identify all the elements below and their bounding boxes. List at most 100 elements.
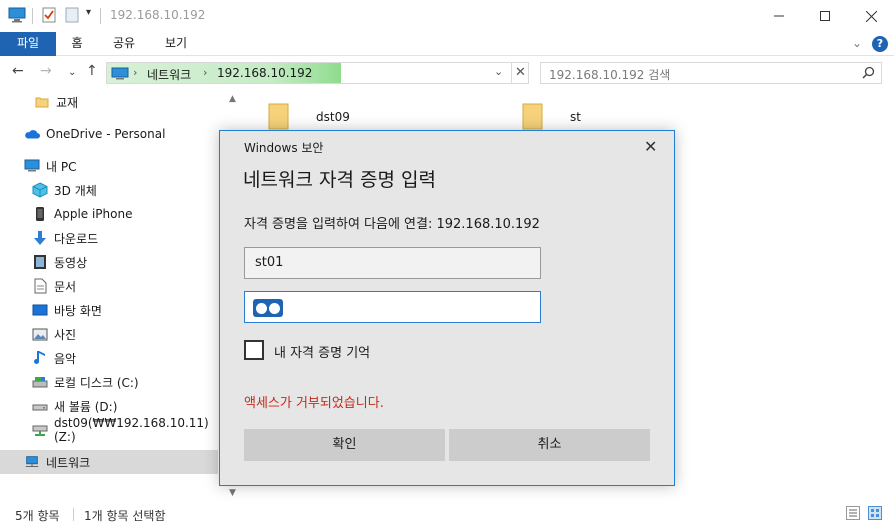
- sidebar-item-pictures[interactable]: 사진: [0, 322, 218, 346]
- folder-item-st[interactable]: st: [522, 100, 581, 133]
- address-dropdown-icon[interactable]: ⌄: [494, 65, 503, 78]
- remember-credentials-checkbox[interactable]: [244, 340, 264, 360]
- sidebar-item-3d-objects[interactable]: 3D 개체: [0, 178, 218, 202]
- address-bar[interactable]: › 네트워크 › 192.168.10.192 ⌄ ✕: [106, 62, 529, 84]
- cloud-icon: [24, 126, 40, 142]
- network-drive-icon: [32, 422, 48, 438]
- drive-icon: [32, 374, 48, 390]
- sidebar-item-documents[interactable]: 문서: [0, 274, 218, 298]
- dialog-title: Windows 보안: [244, 141, 324, 155]
- sidebar-item-iphone[interactable]: Apple iPhone: [0, 202, 218, 226]
- breadcrumb-host[interactable]: 192.168.10.192: [217, 66, 312, 80]
- sidebar-item-label: 로컬 디스크 (C:): [54, 375, 139, 390]
- properties-icon[interactable]: [42, 7, 56, 23]
- pc-icon: [24, 158, 40, 174]
- sidebar-item-this-pc[interactable]: 내 PC: [0, 154, 218, 178]
- dialog-heading: 네트워크 자격 증명 입력: [243, 169, 436, 191]
- password-dot: [269, 302, 280, 314]
- customize-dropdown-icon[interactable]: ▾: [86, 7, 91, 18]
- folder-icon: [268, 100, 290, 133]
- up-arrow-icon[interactable]: ↑: [86, 64, 98, 78]
- sidebar-item-label: 사진: [54, 327, 77, 342]
- tab-share[interactable]: 공유: [104, 32, 144, 56]
- sidebar-item-network[interactable]: 네트워크: [0, 450, 218, 474]
- navigation-bar: ← → ⌄ ↑ › 네트워크 › 192.168.10.192 ⌄ ✕ 192.…: [0, 56, 894, 90]
- scroll-down-icon[interactable]: ▼: [229, 488, 236, 498]
- selection-count: 1개 항목 선택함: [84, 509, 166, 523]
- sidebar-item-label: OneDrive - Personal: [46, 127, 166, 141]
- sidebar-item-network-drive-z[interactable]: dst09(₩₩192.168.10.11) (Z:): [0, 416, 218, 444]
- item-count: 5개 항목: [15, 509, 60, 523]
- close-icon[interactable]: ✕: [511, 63, 529, 83]
- sidebar-item-label: 3D 개체: [54, 183, 97, 198]
- cube-icon: [32, 182, 48, 198]
- network-icon: [24, 454, 40, 470]
- ribbon: 파일 홈 공유 보기 ⌄ ?: [0, 32, 894, 56]
- tab-home[interactable]: 홈: [62, 32, 92, 56]
- music-icon: [32, 350, 48, 366]
- sidebar-item-textbooks[interactable]: 교재: [0, 90, 218, 114]
- picture-icon: [32, 326, 48, 342]
- password-dot: [256, 302, 267, 314]
- sidebar-item-label: 음악: [54, 351, 77, 366]
- maximize-button[interactable]: [802, 0, 848, 32]
- status-bar: 5개 항목 1개 항목 선택함: [0, 502, 894, 526]
- sidebar-item-label: dst09(₩₩192.168.10.11) (Z:): [54, 416, 209, 444]
- document-icon: [32, 278, 48, 294]
- folder-icon: [522, 100, 544, 133]
- new-folder-icon[interactable]: [65, 7, 79, 23]
- sidebar-item-onedrive[interactable]: OneDrive - Personal: [0, 122, 218, 146]
- tab-view[interactable]: 보기: [156, 32, 196, 56]
- sidebar-item-label: 바탕 화면: [54, 303, 102, 318]
- separator: [32, 8, 33, 24]
- window-title: 192.168.10.192: [110, 8, 206, 22]
- chevron-right-icon[interactable]: ›: [203, 66, 207, 79]
- password-mask: [253, 299, 283, 317]
- ok-button[interactable]: 확인: [244, 429, 445, 461]
- navigation-pane: 교재 OneDrive - Personal 내 PC 3D 개체 Apple …: [0, 90, 240, 500]
- help-icon[interactable]: ?: [872, 36, 888, 52]
- folder-name: dst09: [316, 109, 350, 124]
- breadcrumb-network[interactable]: 네트워크: [147, 66, 191, 83]
- folder-icon: [34, 94, 50, 110]
- dialog-prompt: 자격 증명을 입력하여 다음에 연결: 192.168.10.192: [244, 217, 540, 232]
- sidebar-item-videos[interactable]: 동영상: [0, 250, 218, 274]
- folder-item-dst09[interactable]: dst09: [268, 100, 350, 133]
- title-bar: ▾ 192.168.10.192: [0, 0, 894, 32]
- folder-name: st: [570, 109, 581, 124]
- pc-icon: [111, 67, 129, 83]
- close-button[interactable]: [848, 0, 894, 32]
- password-field[interactable]: [244, 291, 541, 323]
- search-placeholder: 192.168.10.192 검색: [549, 68, 671, 82]
- sidebar-item-label: 새 볼륨 (D:): [54, 399, 118, 414]
- phone-icon: [32, 206, 48, 222]
- pc-icon[interactable]: [8, 7, 26, 23]
- chevron-right-icon[interactable]: ›: [133, 66, 137, 79]
- details-view-icon[interactable]: [846, 506, 860, 523]
- sidebar-item-label: Apple iPhone: [54, 207, 133, 221]
- sidebar-item-desktop[interactable]: 바탕 화면: [0, 298, 218, 322]
- sidebar-item-local-disk-c[interactable]: 로컬 디스크 (C:): [0, 370, 218, 394]
- sidebar-item-music[interactable]: 음악: [0, 346, 218, 370]
- video-icon: [32, 254, 48, 270]
- cancel-button[interactable]: 취소: [449, 429, 650, 461]
- download-icon: [32, 230, 48, 246]
- minimize-button[interactable]: [756, 0, 802, 32]
- recent-locations-dropdown-icon[interactable]: ⌄: [68, 66, 76, 80]
- forward-arrow-icon[interactable]: →: [40, 64, 52, 78]
- tab-file[interactable]: 파일: [0, 32, 56, 56]
- search-box[interactable]: 192.168.10.192 검색: [540, 62, 882, 84]
- desktop-icon: [32, 302, 48, 318]
- remember-credentials-label[interactable]: 내 자격 증명 기억: [274, 342, 370, 361]
- scroll-up-icon[interactable]: ▲: [229, 94, 236, 104]
- large-icons-view-icon[interactable]: [868, 506, 882, 523]
- username-field[interactable]: st01: [244, 247, 541, 279]
- back-arrow-icon[interactable]: ←: [12, 64, 24, 78]
- sidebar-item-label: 문서: [54, 279, 77, 294]
- search-icon: [862, 66, 875, 82]
- sidebar-item-label: 다운로드: [54, 231, 99, 246]
- close-icon[interactable]: ✕: [644, 137, 657, 156]
- sidebar-item-volume-d[interactable]: 새 볼륨 (D:): [0, 394, 218, 418]
- sidebar-item-downloads[interactable]: 다운로드: [0, 226, 218, 250]
- chevron-down-icon[interactable]: ⌄: [852, 36, 862, 50]
